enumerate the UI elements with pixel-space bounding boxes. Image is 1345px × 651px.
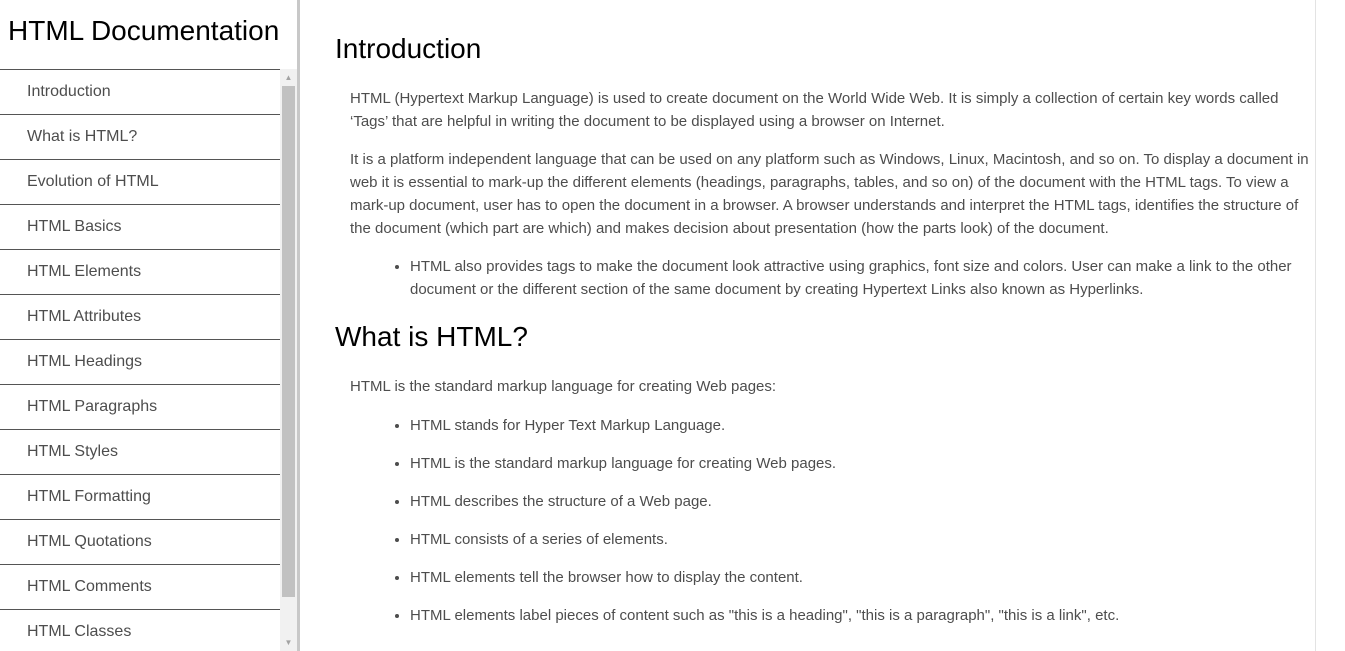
list-item: HTML also provides tags to make the docu… <box>410 255 1315 301</box>
triangle-up-icon[interactable]: ▲ <box>280 69 297 86</box>
documentation-page: HTML Documentation Introduction What is … <box>0 0 1345 651</box>
list-item: HTML consists of a series of elements. <box>410 528 1315 551</box>
sidebar-item-html-quotations[interactable]: HTML Quotations <box>0 520 280 565</box>
sidebar-item-html-formatting[interactable]: HTML Formatting <box>0 475 280 520</box>
list-item: HTML elements tell the browser how to di… <box>410 566 1315 589</box>
sidebar-item-html-attributes[interactable]: HTML Attributes <box>0 295 280 340</box>
sidebar-item-html-classes[interactable]: HTML Classes <box>0 610 280 651</box>
list-item: HTML describes the structure of a Web pa… <box>410 490 1315 513</box>
introduction-bullet-list: HTML also provides tags to make the docu… <box>350 255 1315 301</box>
what-is-html-bullet-list: HTML stands for Hyper Text Markup Langua… <box>350 414 1315 642</box>
sidebar-item-evolution-of-html[interactable]: Evolution of HTML <box>0 160 280 205</box>
main-content: Introduction HTML (Hypertext Markup Lang… <box>300 0 1315 651</box>
sidebar-item-what-is-html[interactable]: What is HTML? <box>0 115 280 160</box>
sidebar-item-html-styles[interactable]: HTML Styles <box>0 430 280 475</box>
sidebar-item-html-elements[interactable]: HTML Elements <box>0 250 280 295</box>
introduction-paragraph-2: It is a platform independent language th… <box>350 151 1309 237</box>
nav-list: Introduction What is HTML? Evolution of … <box>0 69 280 651</box>
section-title-what-is-html: What is HTML? <box>335 321 528 352</box>
sidebar-item-introduction[interactable]: Introduction <box>0 70 280 115</box>
introduction-paragraph-1: HTML (Hypertext Markup Language) is used… <box>350 90 1279 130</box>
content-right-border <box>1315 0 1316 651</box>
sidebar-nav: HTML Documentation Introduction What is … <box>0 0 297 651</box>
sidebar-item-html-basics[interactable]: HTML Basics <box>0 205 280 250</box>
section-title-introduction: Introduction <box>335 33 482 64</box>
scrollbar-thumb[interactable] <box>282 86 295 597</box>
sidebar-scrollbar[interactable]: ▲ ▼ <box>280 69 297 651</box>
list-item: HTML stands for Hyper Text Markup Langua… <box>410 414 1315 437</box>
list-item: HTML is the standard markup language for… <box>410 452 1315 475</box>
list-item: HTML elements label pieces of content su… <box>410 604 1315 627</box>
sidebar-item-html-comments[interactable]: HTML Comments <box>0 565 280 610</box>
sidebar-title: HTML Documentation <box>8 15 280 46</box>
sidebar-item-html-paragraphs[interactable]: HTML Paragraphs <box>0 385 280 430</box>
triangle-down-icon[interactable]: ▼ <box>280 634 297 651</box>
sidebar-item-html-headings[interactable]: HTML Headings <box>0 340 280 385</box>
what-is-html-intro: HTML is the standard markup language for… <box>350 378 777 395</box>
